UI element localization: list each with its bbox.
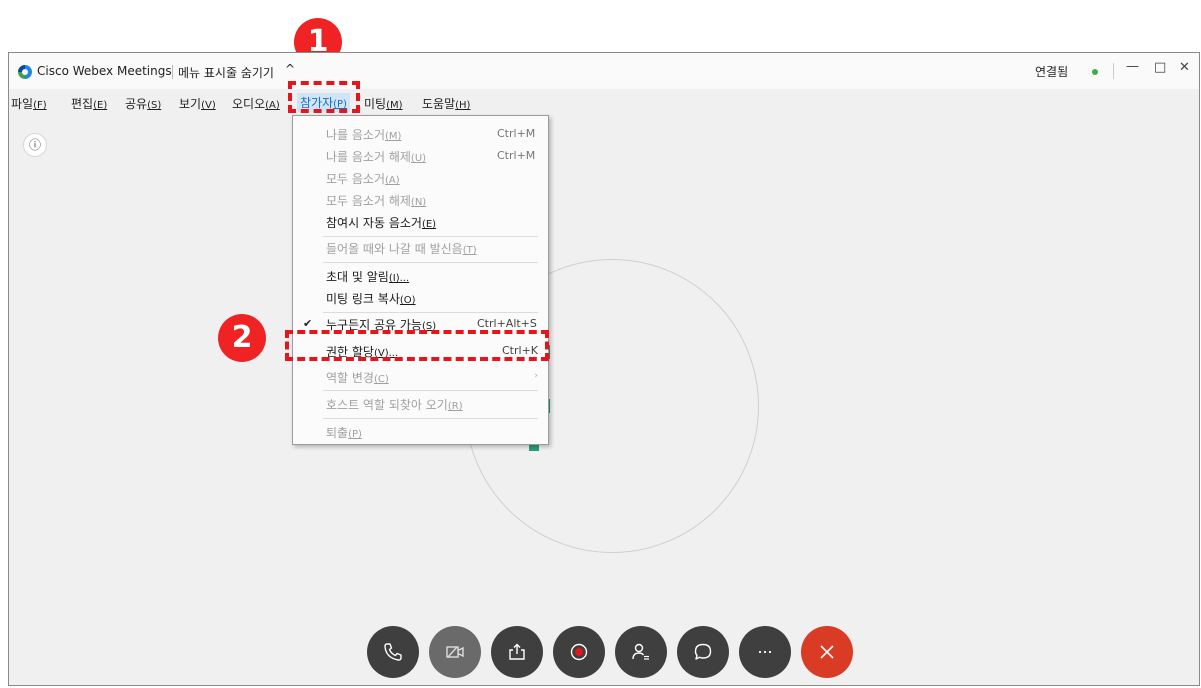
menu-item-accelerator: (M) bbox=[385, 131, 402, 142]
more-icon[interactable] bbox=[739, 626, 791, 678]
menu-item-expel[interactable]: 퇴출(P) bbox=[326, 424, 362, 441]
menu-item-label: 모두 음소거 해제 bbox=[326, 194, 411, 208]
submenu-arrow-icon: › bbox=[534, 371, 538, 381]
menu-item-label: 나를 음소거 bbox=[326, 128, 386, 142]
menu-item-label: 참여시 자동 음소거 bbox=[326, 216, 422, 230]
menu-item-label: 나를 음소거 해제 bbox=[326, 150, 411, 164]
menu-item-label: 들어올 때와 나갈 때 발신음 bbox=[326, 242, 463, 256]
menu-separator bbox=[323, 312, 538, 313]
chat-icon[interactable] bbox=[677, 626, 729, 678]
menu-item-label: 모두 음소거 bbox=[326, 172, 386, 186]
menu-item-entry-exit-tone[interactable]: 들어올 때와 나갈 때 발신음(T) bbox=[326, 240, 477, 257]
close-window-button[interactable]: ✕ bbox=[1179, 60, 1190, 75]
highlight-participant-menu bbox=[288, 81, 360, 113]
video-off-icon[interactable] bbox=[429, 626, 481, 678]
participant-menu: 나를 음소거(M) Ctrl+M 나를 음소거 해제(U) Ctrl+M 모두 … bbox=[292, 115, 549, 445]
menu-meeting-label: 미팅 bbox=[364, 97, 387, 111]
highlight-assign-privileges bbox=[285, 330, 549, 361]
app-title: Cisco Webex Meetings bbox=[37, 64, 172, 78]
menu-item-reclaim-host-role[interactable]: 호스트 역할 되찾아 오기(R) bbox=[326, 396, 463, 413]
menu-view[interactable]: 보기(V) bbox=[179, 95, 216, 112]
menu-separator bbox=[323, 390, 538, 391]
menu-view-accelerator: (V) bbox=[201, 100, 216, 111]
menu-item-label: 역할 변경 bbox=[326, 371, 374, 385]
record-icon[interactable] bbox=[553, 626, 605, 678]
menu-item-unmute-all[interactable]: 모두 음소거 해제(N) bbox=[326, 192, 426, 209]
menu-item-accelerator: (I)... bbox=[388, 273, 410, 284]
menu-item-accelerator: (A) bbox=[385, 175, 400, 186]
menu-item-mute-me[interactable]: 나를 음소거(M) bbox=[326, 126, 401, 143]
webex-window: Cisco Webex Meetings 메뉴 표시줄 숨기기 ^ 연결됨 — … bbox=[8, 52, 1200, 686]
window-control-divider bbox=[1113, 63, 1114, 79]
menu-item-invite[interactable]: 초대 및 알림(I)... bbox=[326, 268, 409, 285]
titlebar: Cisco Webex Meetings 메뉴 표시줄 숨기기 ^ 연결됨 — … bbox=[9, 53, 1199, 89]
hide-menu-bar-toggle[interactable]: 메뉴 표시줄 숨기기 bbox=[178, 64, 274, 81]
meeting-info-icon[interactable]: ⓘ bbox=[23, 133, 47, 157]
menu-separator bbox=[323, 262, 538, 263]
menu-share-accelerator: (S) bbox=[147, 100, 162, 111]
minimize-button[interactable]: — bbox=[1126, 59, 1139, 74]
menu-item-accelerator: (R) bbox=[447, 401, 463, 412]
menu-meeting-accelerator: (M) bbox=[386, 100, 403, 111]
share-icon[interactable] bbox=[491, 626, 543, 678]
menu-item-label: 호스트 역할 되찾아 오기 bbox=[326, 398, 448, 412]
menu-item-mute-all[interactable]: 모두 음소거(A) bbox=[326, 170, 400, 187]
menu-edit-accelerator: (E) bbox=[93, 100, 108, 111]
menu-share-label: 공유 bbox=[125, 97, 148, 111]
menu-audio[interactable]: 오디오(A) bbox=[232, 95, 280, 112]
menu-item-accelerator: (E) bbox=[421, 219, 437, 230]
menu-file[interactable]: 파일(F) bbox=[11, 95, 47, 112]
menu-item-mute-on-entry[interactable]: 참여시 자동 음소거(E) bbox=[326, 214, 436, 231]
menu-separator bbox=[323, 236, 538, 237]
caret-up-icon[interactable]: ^ bbox=[285, 62, 295, 76]
menu-edit-label: 편집 bbox=[71, 97, 94, 111]
menu-item-accelerator: (U) bbox=[410, 153, 427, 164]
menu-item-label: 초대 및 알림 bbox=[326, 270, 389, 284]
menu-audio-accelerator: (A) bbox=[265, 100, 280, 111]
menu-audio-label: 오디오 bbox=[232, 97, 266, 111]
menu-item-label: 미팅 링크 복사 bbox=[326, 292, 400, 306]
menu-help[interactable]: 도움말(H) bbox=[422, 95, 470, 112]
menu-item-accelerator: (N) bbox=[410, 197, 427, 208]
step-2-badge: 2 bbox=[218, 314, 266, 362]
connection-status-dot bbox=[1092, 69, 1098, 75]
participants-icon[interactable] bbox=[615, 626, 667, 678]
menu-item-change-role[interactable]: 역할 변경(C) bbox=[326, 369, 389, 386]
menu-item-accelerator: (O) bbox=[399, 295, 416, 306]
menu-separator bbox=[323, 418, 538, 419]
menu-help-label: 도움말 bbox=[422, 97, 456, 111]
connection-status: 연결됨 bbox=[1035, 65, 1069, 79]
shortcut-mute-me: Ctrl+M bbox=[497, 127, 536, 140]
title-divider bbox=[172, 65, 173, 79]
menu-item-accelerator: (T) bbox=[462, 245, 477, 256]
menu-item-accelerator: (C) bbox=[373, 374, 389, 385]
menu-file-label: 파일 bbox=[11, 97, 34, 111]
webex-logo-icon bbox=[18, 65, 32, 79]
menu-item-label: 퇴출 bbox=[326, 426, 349, 440]
checkmark-icon: ✔ bbox=[303, 317, 313, 330]
shortcut-anyone-can-share: Ctrl+Alt+S bbox=[477, 317, 537, 330]
menu-item-copy-meeting-link[interactable]: 미팅 링크 복사(O) bbox=[326, 290, 416, 307]
menu-item-accelerator: (P) bbox=[348, 429, 362, 440]
menu-meeting[interactable]: 미팅(M) bbox=[364, 95, 403, 112]
menu-help-accelerator: (H) bbox=[455, 100, 471, 111]
menu-share[interactable]: 공유(S) bbox=[125, 95, 161, 112]
menu-view-label: 보기 bbox=[179, 97, 202, 111]
maximize-button[interactable]: □ bbox=[1154, 60, 1166, 75]
shortcut-unmute-me: Ctrl+M bbox=[497, 149, 536, 162]
menu-item-unmute-me[interactable]: 나를 음소거 해제(U) bbox=[326, 148, 426, 165]
leave-icon[interactable] bbox=[801, 626, 853, 678]
phone-icon[interactable] bbox=[367, 626, 419, 678]
menubar: 파일(F) 편집(E) 공유(S) 보기(V) 오디오(A) 참가자(P) 미팅… bbox=[9, 89, 1199, 115]
menu-edit[interactable]: 편집(E) bbox=[71, 95, 107, 112]
menu-file-accelerator: (F) bbox=[33, 100, 47, 111]
